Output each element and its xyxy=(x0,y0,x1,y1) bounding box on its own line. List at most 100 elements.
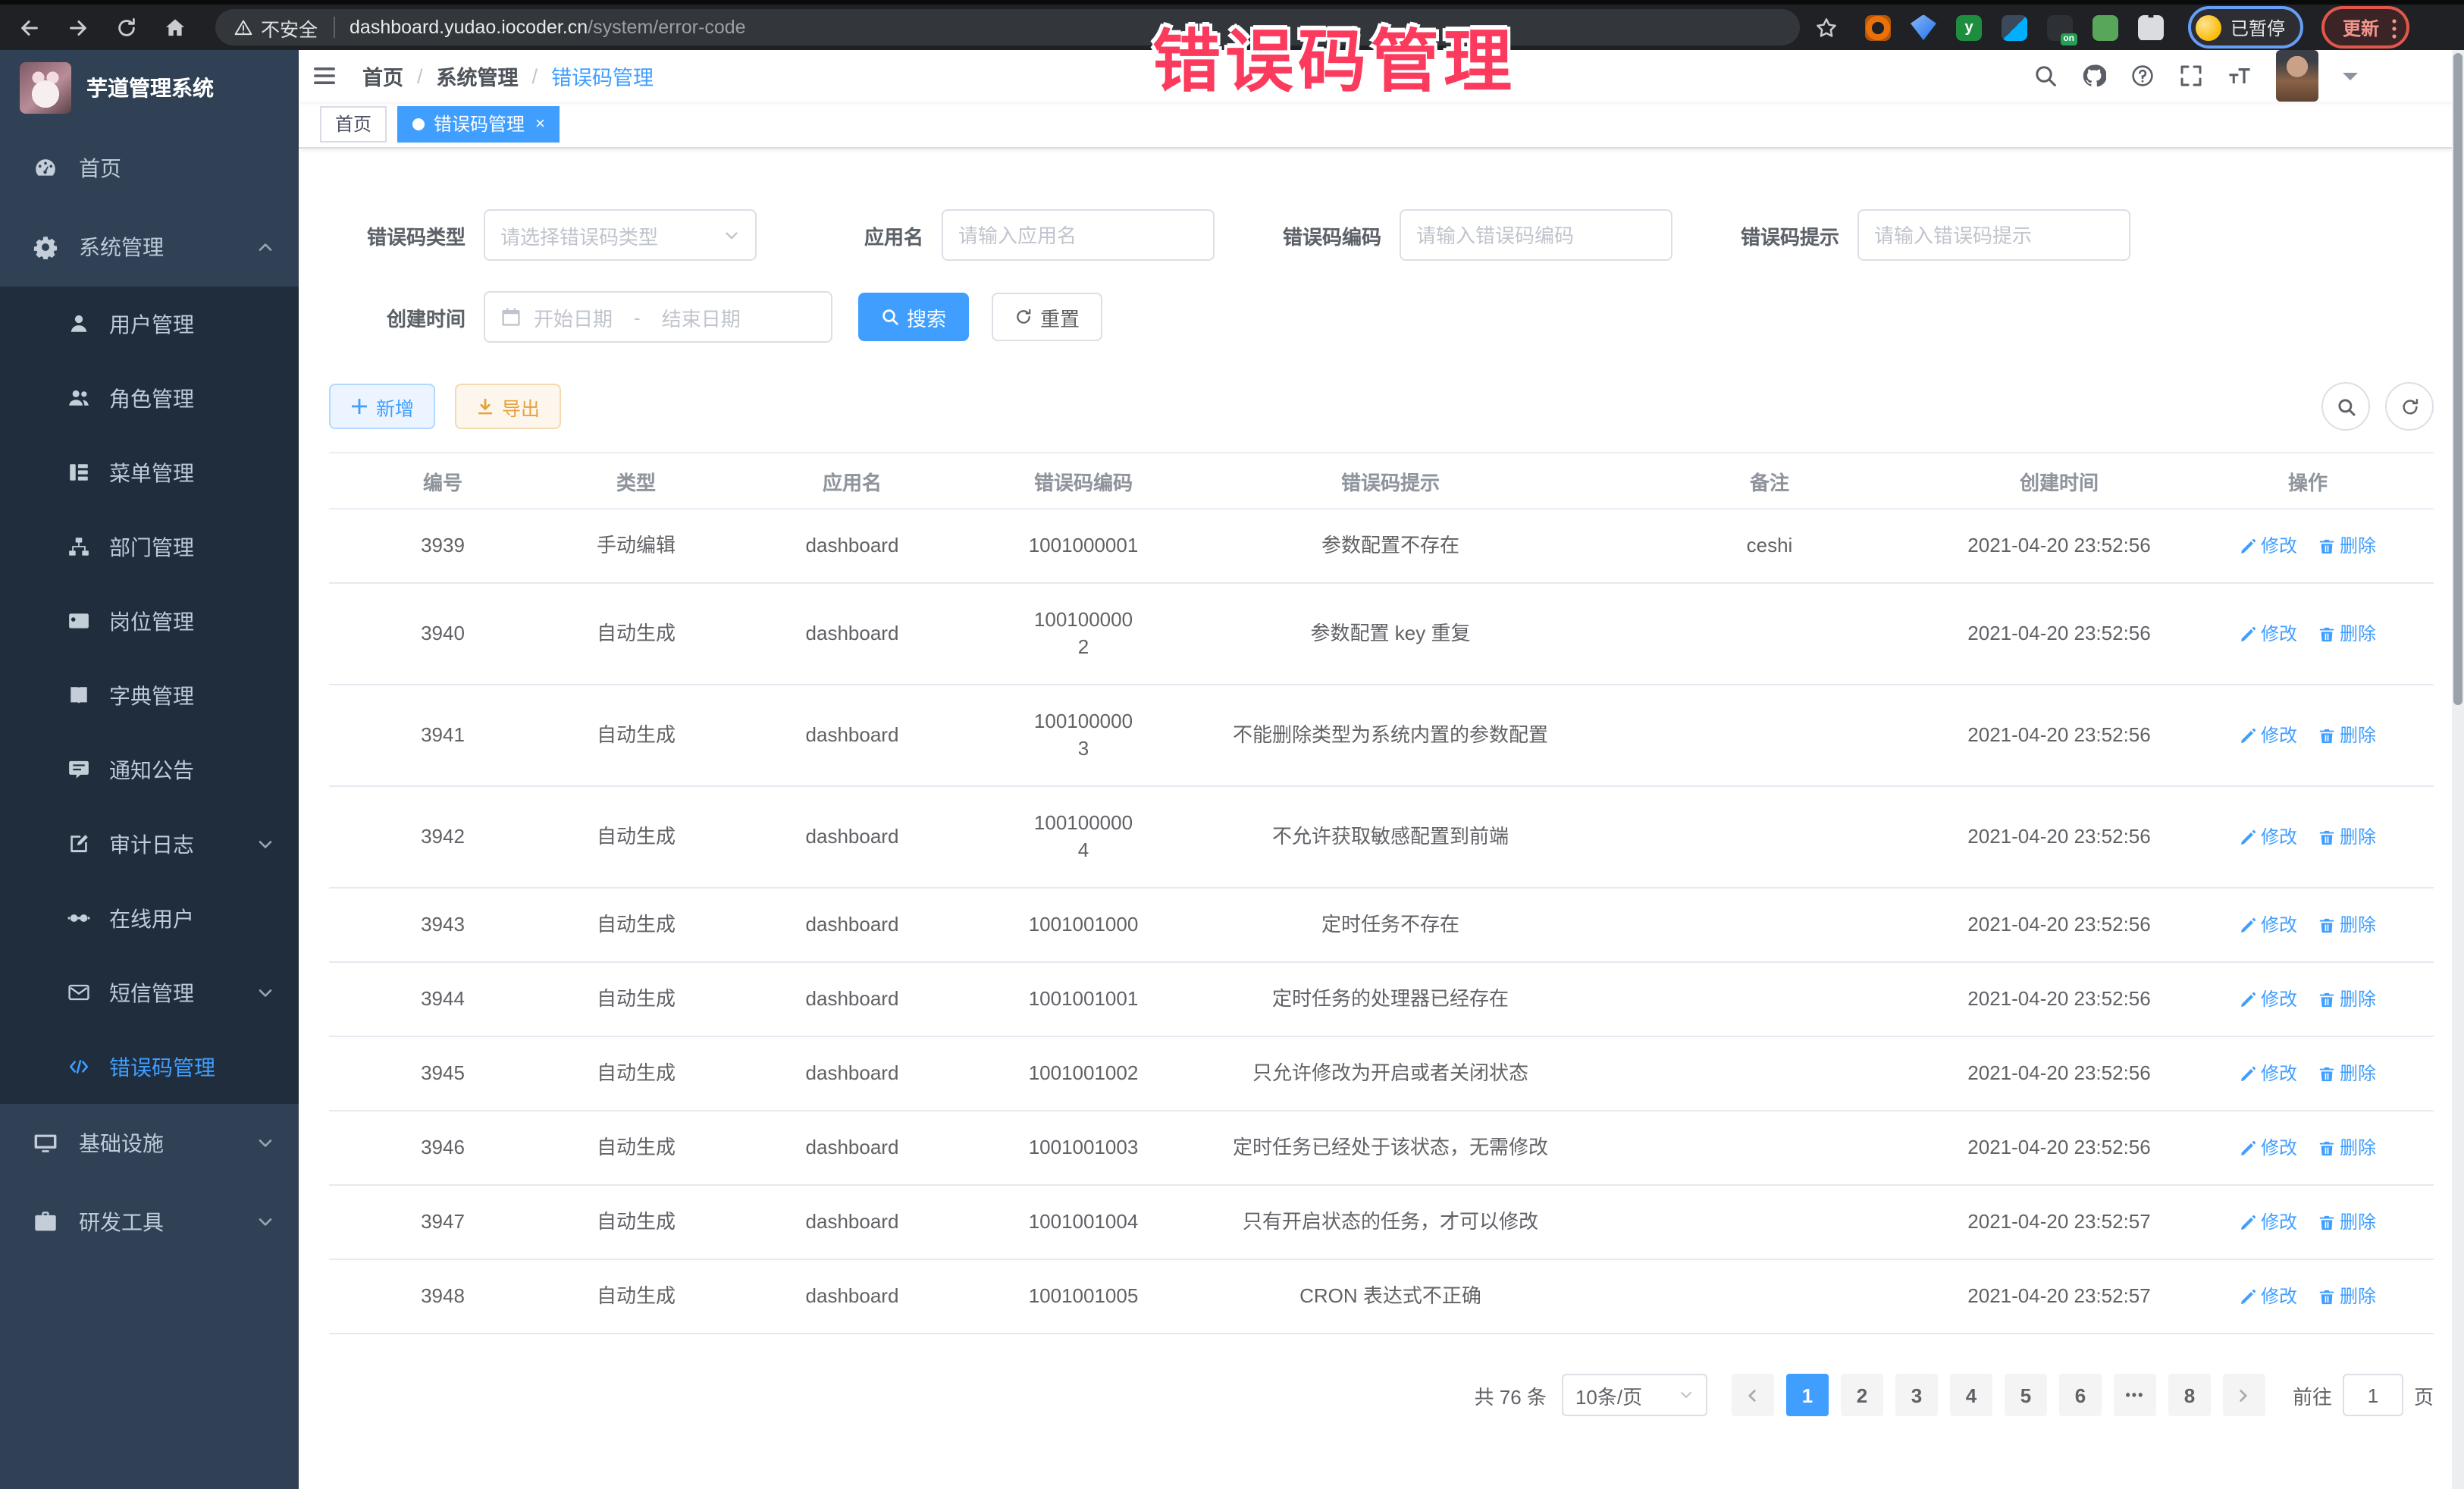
edit-link[interactable]: 修改 xyxy=(2240,986,2297,1013)
app-input[interactable] xyxy=(943,211,1213,259)
browser-profile-button[interactable]: 已暂停 xyxy=(2188,6,2303,49)
page-size-select[interactable]: 10条/页 xyxy=(1562,1374,1707,1416)
sidebar-item[interactable]: 在线用户 xyxy=(0,881,299,955)
sidebar-item-label: 短信管理 xyxy=(109,977,194,1008)
page-button[interactable]: 2 xyxy=(1841,1374,1883,1416)
search-icon[interactable] xyxy=(2033,64,2058,88)
cell-code: 1001001000 xyxy=(989,888,1178,962)
cell-ops: 修改 删除 xyxy=(2182,888,2434,962)
next-page-button[interactable] xyxy=(2223,1374,2265,1416)
page-button[interactable]: 4 xyxy=(1950,1374,1992,1416)
sidebar-item[interactable]: 首页 xyxy=(0,129,299,208)
delete-link[interactable]: 删除 xyxy=(2318,532,2376,560)
code-input[interactable] xyxy=(1401,211,1671,259)
delete-link[interactable]: 删除 xyxy=(2318,1060,2376,1087)
sidebar-item[interactable]: 部门管理 xyxy=(0,509,299,584)
delete-link[interactable]: 删除 xyxy=(2318,823,2376,851)
font-size-icon[interactable] xyxy=(2227,64,2252,88)
reset-button[interactable]: 重置 xyxy=(992,293,1102,341)
edit-link[interactable]: 修改 xyxy=(2240,1208,2297,1236)
fullscreen-icon[interactable] xyxy=(2179,64,2203,88)
page-button[interactable]: 6 xyxy=(2059,1374,2102,1416)
msg-input[interactable] xyxy=(1859,211,2129,259)
sidebar-item[interactable]: 用户管理 xyxy=(0,287,299,361)
page-scrollbar[interactable] xyxy=(2452,50,2464,1489)
security-chip[interactable]: 不安全 xyxy=(234,13,318,42)
trash-icon xyxy=(2318,829,2335,845)
sidebar-item[interactable]: 短信管理 xyxy=(0,955,299,1030)
edit-link[interactable]: 修改 xyxy=(2240,532,2297,560)
sidebar-item[interactable]: 审计日志 xyxy=(0,807,299,881)
hamburger-icon[interactable] xyxy=(299,50,350,102)
delete-link[interactable]: 删除 xyxy=(2318,911,2376,939)
delete-link[interactable]: 删除 xyxy=(2318,620,2376,647)
edit-link[interactable]: 修改 xyxy=(2240,1134,2297,1161)
extension-switch-icon[interactable] xyxy=(2047,14,2073,40)
browser-menu-icon[interactable] xyxy=(2391,16,2397,39)
tag-item[interactable]: 错误码管理 xyxy=(397,106,560,143)
prev-page-button[interactable] xyxy=(1732,1374,1774,1416)
edit-link[interactable]: 修改 xyxy=(2240,823,2297,851)
sidebar-item[interactable]: 系统管理 xyxy=(0,208,299,287)
extension-orange-icon[interactable] xyxy=(1865,14,1891,40)
sidebar-item[interactable]: 通知公告 xyxy=(0,732,299,807)
sidebar-item[interactable]: 岗位管理 xyxy=(0,584,299,658)
browser-forward-icon[interactable] xyxy=(58,8,97,47)
browser-back-icon[interactable] xyxy=(9,8,49,47)
extension-green-icon[interactable]: y xyxy=(1956,14,1982,40)
sidebar-item[interactable]: 字典管理 xyxy=(0,658,299,732)
delete-link[interactable]: 删除 xyxy=(2318,1283,2376,1310)
toggle-search-button[interactable] xyxy=(2321,382,2370,431)
sidebar-logo[interactable]: 芋道管理系统 xyxy=(0,50,299,126)
cell-msg: 参数配置 key 重复 xyxy=(1178,583,1603,685)
tag-item[interactable]: 首页 xyxy=(320,106,387,143)
github-icon[interactable] xyxy=(2082,64,2106,88)
edit-link[interactable]: 修改 xyxy=(2240,620,2297,647)
page-button[interactable]: ••• xyxy=(2114,1374,2156,1416)
breadcrumb: 首页 / 系统管理 / 错误码管理 xyxy=(362,61,654,91)
page-button[interactable]: 3 xyxy=(1895,1374,1938,1416)
scrollbar-thumb[interactable] xyxy=(2453,53,2462,705)
edit-link[interactable]: 修改 xyxy=(2240,722,2297,749)
sidebar-item[interactable]: 角色管理 xyxy=(0,361,299,435)
edit-link[interactable]: 修改 xyxy=(2240,1060,2297,1087)
sidebar-item[interactable]: 研发工具 xyxy=(0,1183,299,1262)
delete-link[interactable]: 删除 xyxy=(2318,1134,2376,1161)
refresh-table-button[interactable] xyxy=(2385,382,2434,431)
browser-update-button[interactable]: 更新 xyxy=(2321,6,2409,49)
edit-link[interactable]: 修改 xyxy=(2240,911,2297,939)
browser-home-icon[interactable] xyxy=(155,8,194,47)
sidebar-item[interactable]: 基础设施 xyxy=(0,1104,299,1183)
search-button[interactable]: 搜索 xyxy=(858,293,969,341)
sidebar-item[interactable]: 错误码管理 xyxy=(0,1030,299,1104)
page-button[interactable]: 5 xyxy=(2005,1374,2047,1416)
bookmark-star-icon[interactable] xyxy=(1815,16,1838,39)
browser-reload-icon[interactable] xyxy=(106,8,146,47)
jump-suffix: 页 xyxy=(2414,1381,2434,1409)
extension-squares-icon[interactable] xyxy=(2002,14,2027,40)
type-select[interactable]: 请选择错误码类型 xyxy=(484,209,757,261)
help-icon[interactable] xyxy=(2130,64,2155,88)
delete-link[interactable]: 删除 xyxy=(2318,986,2376,1013)
extension-gem-icon[interactable] xyxy=(1911,14,1936,40)
sidebar-item[interactable]: 菜单管理 xyxy=(0,435,299,509)
extension-key-icon[interactable] xyxy=(2093,14,2118,40)
delete-link[interactable]: 删除 xyxy=(2318,722,2376,749)
export-button[interactable]: 导出 xyxy=(455,384,561,429)
jump-input[interactable] xyxy=(2343,1374,2403,1416)
cell-code: 1001001005 xyxy=(989,1259,1178,1334)
cell-msg: 定时任务不存在 xyxy=(1178,888,1603,962)
add-button[interactable]: 新增 xyxy=(329,384,435,429)
breadcrumb-home[interactable]: 首页 xyxy=(362,61,403,91)
delete-link[interactable]: 删除 xyxy=(2318,1208,2376,1236)
tag-close-icon[interactable] xyxy=(535,116,545,133)
page-button[interactable]: 8 xyxy=(2168,1374,2211,1416)
extensions-puzzle-icon[interactable] xyxy=(2138,14,2164,40)
page-button[interactable]: 1 xyxy=(1786,1374,1829,1416)
breadcrumb-system[interactable]: 系统管理 xyxy=(437,61,519,91)
edit-link[interactable]: 修改 xyxy=(2240,1283,2297,1310)
avatar-caret-icon[interactable] xyxy=(2343,72,2358,87)
user-avatar[interactable] xyxy=(2276,50,2318,102)
edit-label: 修改 xyxy=(2261,911,2297,939)
date-range-picker[interactable]: 开始日期 - 结束日期 xyxy=(484,291,832,343)
